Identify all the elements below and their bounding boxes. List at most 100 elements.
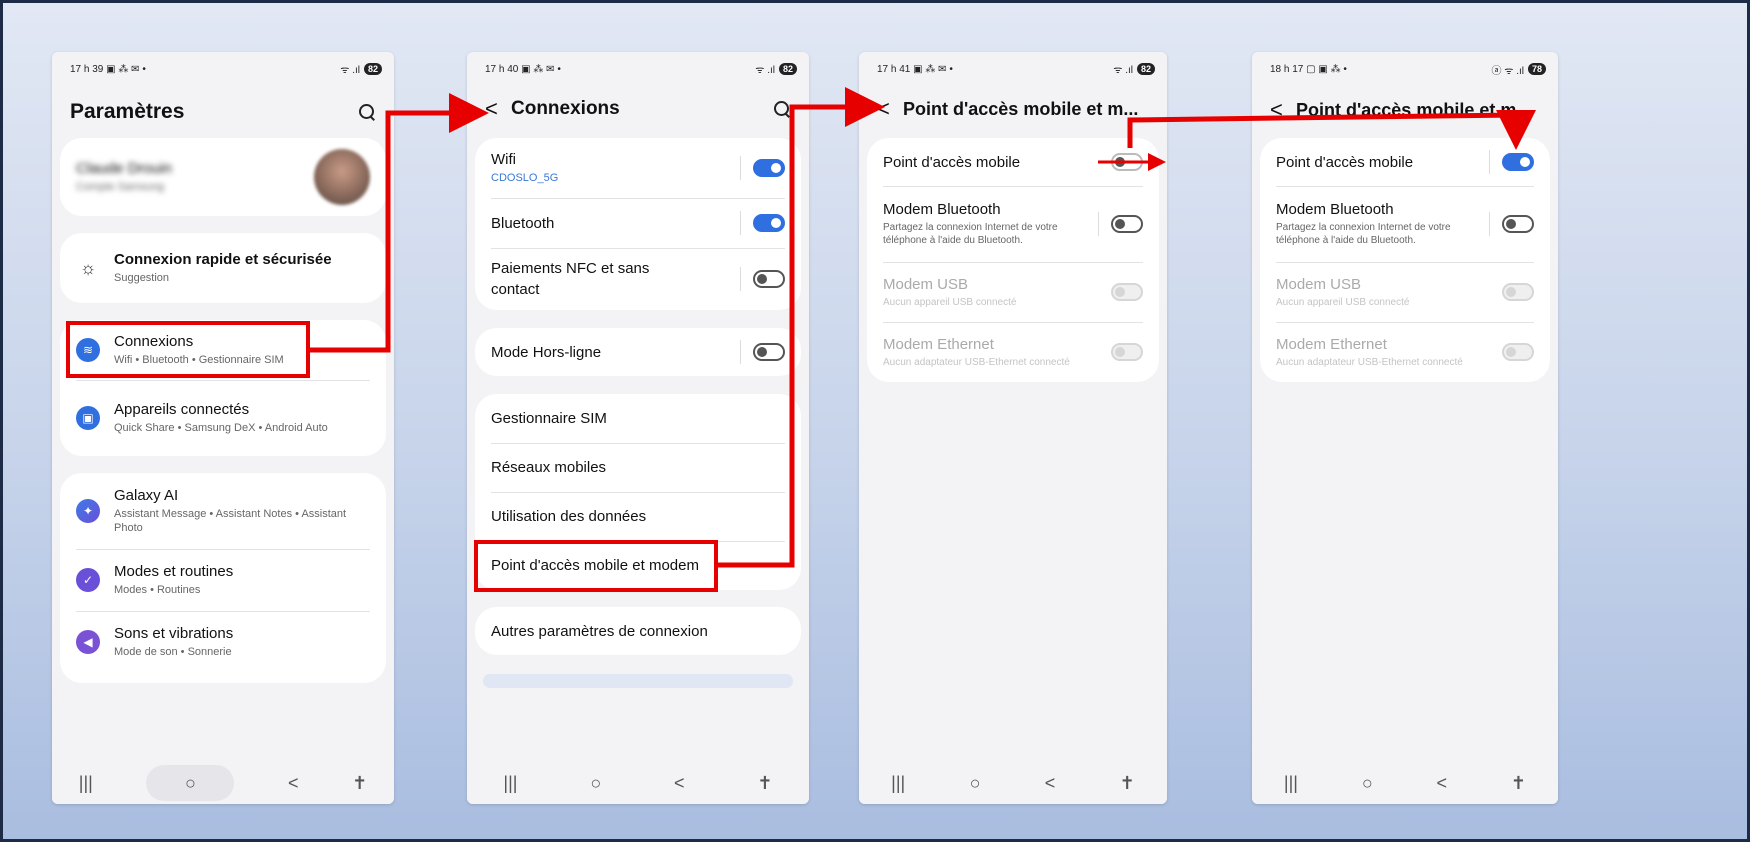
menu-item-label: Gestionnaire SIM: [491, 410, 607, 427]
setting-bluetooth-modem[interactable]: Modem Bluetooth Partagez la connexion In…: [1260, 186, 1550, 262]
page-title: Paramètres: [70, 100, 185, 123]
header: < Point d'accès mobile et m...: [859, 89, 1167, 129]
back-button[interactable]: <: [674, 773, 685, 794]
hotspot-toggle[interactable]: [1111, 153, 1143, 171]
divider: [1489, 212, 1490, 236]
recents-button[interactable]: |||: [1284, 773, 1298, 794]
divider: [740, 267, 741, 291]
setting-nfc[interactable]: Paiements NFC et sans contact: [475, 248, 801, 310]
recents-button[interactable]: |||: [79, 773, 93, 794]
menu-item-connected-devices[interactable]: ▣ Appareils connectés Quick Share • Sams…: [60, 380, 386, 456]
setting-label: Modem USB: [883, 275, 969, 293]
menu-item-label: Galaxy AI: [114, 486, 179, 504]
bluetooth-modem-toggle[interactable]: [1502, 215, 1534, 233]
notification-icons: ▣ ⁂ ✉ •: [913, 63, 953, 75]
quick-connect-card[interactable]: ☼ Connexion rapide et sécurisée Suggesti…: [60, 233, 386, 303]
setting-mobile-hotspot[interactable]: Point d'accès mobile: [867, 138, 1159, 186]
menu-item-label: Connexions: [114, 332, 194, 350]
divider: [740, 340, 741, 364]
menu-item-sounds[interactable]: ◀ Sons et vibrations Mode de son • Sonne…: [60, 611, 386, 673]
menu-item-mobile-networks[interactable]: Réseaux mobiles: [475, 443, 801, 492]
home-button[interactable]: ○: [146, 765, 235, 801]
battery-badge: 82: [363, 63, 382, 75]
setting-label: Point d'accès mobile: [1276, 153, 1414, 171]
back-arrow-icon[interactable]: <: [877, 96, 891, 122]
back-button[interactable]: <: [288, 773, 299, 794]
wifi-network-name: CDOSLO_5G: [491, 171, 559, 184]
settings-group-2: ✦ Galaxy AI Assistant Message • Assistan…: [60, 473, 386, 683]
wifi-icon: ≋: [76, 338, 100, 362]
home-button[interactable]: ○: [590, 773, 601, 794]
divider: [1098, 212, 1099, 236]
accessibility-icon[interactable]: ✝: [757, 773, 772, 794]
status-bar: 17 h 41 ▣ ⁂ ✉ • ᯤ .ıl 82: [877, 62, 1155, 76]
back-arrow-icon[interactable]: <: [1270, 97, 1284, 123]
setting-label: Point d'accès mobile: [883, 153, 1021, 171]
search-icon[interactable]: [773, 100, 791, 118]
setting-sub: Aucun adaptateur USB-Ethernet connecté: [883, 356, 1070, 368]
wifi-toggle[interactable]: [753, 159, 785, 177]
status-time: 18 h 17: [1270, 63, 1304, 75]
connection-group-1: Wifi CDOSLO_5G Bluetooth Paiements NFC e…: [475, 138, 801, 310]
accessibility-icon[interactable]: ✝: [352, 773, 367, 794]
modes-icon: ✓: [76, 568, 100, 592]
setting-label: Modem Ethernet: [1276, 335, 1387, 353]
recents-button[interactable]: |||: [891, 773, 905, 794]
setting-mobile-hotspot[interactable]: Point d'accès mobile: [1260, 138, 1550, 186]
nav-bar: ||| ○ < ✝: [52, 762, 394, 804]
quick-connect-label: Connexion rapide et sécurisée: [114, 250, 332, 268]
setting-ethernet-modem: Modem Ethernet Aucun adaptateur USB-Ethe…: [1260, 322, 1550, 382]
status-time: 17 h 39: [70, 63, 104, 75]
menu-item-label: Utilisation des données: [491, 508, 647, 525]
profile-card[interactable]: Claude Drouin Compte Samsung: [60, 138, 386, 216]
menu-item-hotspot[interactable]: Point d'accès mobile et modem: [475, 541, 801, 590]
back-button[interactable]: <: [1045, 773, 1056, 794]
setting-label: Bluetooth: [491, 214, 555, 232]
search-icon[interactable]: [358, 103, 376, 121]
accessibility-icon[interactable]: ✝: [1511, 773, 1526, 794]
signal-icon: ᯤ .ıl: [1113, 65, 1133, 76]
hotspot-toggle[interactable]: [1502, 153, 1534, 171]
profile-name: Claude Drouin: [76, 159, 172, 177]
back-arrow-icon[interactable]: <: [485, 96, 499, 122]
setting-bluetooth[interactable]: Bluetooth: [475, 198, 801, 248]
divider: [740, 156, 741, 180]
setting-label: Paiements NFC et sans contact: [491, 260, 650, 298]
accessibility-icon[interactable]: ✝: [1120, 773, 1135, 794]
recents-button[interactable]: |||: [503, 773, 517, 794]
menu-item-data-usage[interactable]: Utilisation des données: [475, 492, 801, 541]
setting-label: Mode Hors-ligne: [491, 343, 602, 361]
battery-badge: 78: [1527, 63, 1546, 75]
setting-ethernet-modem: Modem Ethernet Aucun adaptateur USB-Ethe…: [867, 322, 1159, 382]
nav-bar: ||| ○ < ✝: [859, 762, 1167, 804]
menu-item-label: Point d'accès mobile et modem: [491, 557, 699, 574]
home-button[interactable]: ○: [970, 773, 981, 794]
home-button[interactable]: ○: [1362, 773, 1373, 794]
page-title: Point d'accès mobile et m...: [903, 98, 1139, 119]
page-title: Connexions: [511, 98, 620, 119]
menu-item-connexions[interactable]: ≋ Connexions Wifi • Bluetooth • Gestionn…: [60, 320, 386, 380]
divider: [740, 211, 741, 235]
bluetooth-toggle[interactable]: [753, 214, 785, 232]
menu-item-other-settings[interactable]: Autres paramètres de connexion: [475, 607, 801, 655]
status-time: 17 h 41: [877, 63, 911, 75]
setting-wifi[interactable]: Wifi CDOSLO_5G: [475, 138, 801, 198]
setting-label: Wifi: [491, 150, 516, 168]
divider: [1489, 150, 1490, 174]
airplane-toggle[interactable]: [753, 343, 785, 361]
battery-badge: 82: [1136, 63, 1155, 75]
menu-item-sim[interactable]: Gestionnaire SIM: [475, 394, 801, 443]
signal-icon: ᯤ .ıl: [340, 65, 360, 76]
setting-airplane[interactable]: Mode Hors-ligne: [475, 328, 801, 376]
menu-item-label: Modes et routines: [114, 562, 234, 580]
nfc-toggle[interactable]: [753, 270, 785, 288]
menu-item-modes[interactable]: ✓ Modes et routines Modes • Routines: [60, 549, 386, 611]
header: < Connexions: [467, 89, 809, 129]
back-button[interactable]: <: [1437, 773, 1448, 794]
bluetooth-modem-toggle[interactable]: [1111, 215, 1143, 233]
menu-item-galaxy-ai[interactable]: ✦ Galaxy AI Assistant Message • Assistan…: [60, 473, 386, 549]
setting-label: Modem Bluetooth: [883, 201, 1001, 218]
setting-bluetooth-modem[interactable]: Modem Bluetooth Partagez la connexion In…: [867, 186, 1159, 262]
setting-label: Modem Bluetooth: [1276, 201, 1394, 218]
notification-icons: ▣ ⁂ ✉ •: [106, 63, 146, 75]
